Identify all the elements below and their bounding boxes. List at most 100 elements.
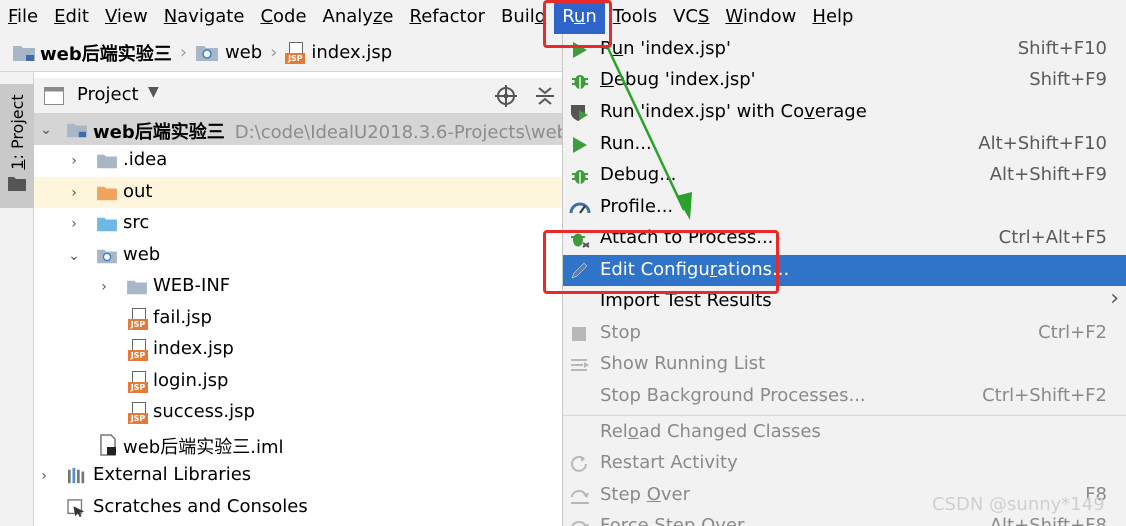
step-over-icon — [571, 490, 589, 504]
module-file-icon — [100, 434, 116, 456]
tree-row-index-jsp[interactable]: JSP index.jsp — [34, 334, 562, 365]
shortcut: Ctrl+F2 — [1038, 322, 1107, 343]
jsp-file-icon: JSP — [128, 402, 148, 424]
menu-item-stop[interactable]: Stop Ctrl+F2 — [563, 318, 1126, 349]
jsp-file-icon: JSP — [128, 308, 148, 330]
project-tool-window-label: 1: Project — [8, 94, 27, 170]
coverage-shield-icon — [571, 105, 588, 121]
debug-bug-icon — [572, 170, 588, 184]
shortcut: Alt+Shift+F8 — [989, 515, 1107, 526]
menu-item-show-running-list[interactable]: Show Running List — [563, 349, 1126, 380]
watermark-text: CSDN @sunny*149 — [932, 494, 1105, 515]
tree-row-webinf[interactable]: › WEB-INF — [34, 271, 562, 302]
tree-label-external-libraries: External Libraries — [93, 464, 252, 485]
breadcrumb-file[interactable]: JSP index.jsp — [285, 34, 392, 72]
menu-item-restart-activity[interactable]: Restart Activity — [563, 448, 1126, 479]
tree-root-path: D:\code\IdealU2018.3.6-Projects\web后 — [234, 122, 562, 143]
menu-view[interactable]: View — [97, 0, 156, 34]
excluded-folder-icon — [97, 186, 117, 201]
folder-icon — [8, 177, 26, 191]
menu-item-stop-background-processes[interactable]: Stop Background Processes... Ctrl+Shift+… — [563, 381, 1126, 412]
menu-separator — [563, 415, 1126, 416]
tree-label-web: web — [123, 244, 161, 265]
tree-label-src: src — [123, 212, 150, 233]
chevron-down-icon[interactable]: ⌄ — [38, 122, 54, 138]
tree-label-webinf: WEB-INF — [153, 275, 231, 296]
tree-label-fail: fail.jsp — [153, 307, 212, 328]
jsp-file-icon: JSP — [128, 339, 148, 361]
project-tree: ⌄ web后端实验三 D:\code\IdealU2018.3.6-Project… — [34, 114, 562, 526]
chevron-right-icon: › — [270, 42, 278, 63]
collapse-all-icon[interactable] — [534, 84, 556, 108]
menu-edit[interactable]: Edit — [46, 0, 97, 34]
tree-label-index: index.jsp — [153, 338, 234, 359]
module-folder-icon — [67, 123, 87, 138]
chevron-right-icon[interactable]: › — [66, 185, 82, 201]
profiler-gauge-icon — [569, 202, 591, 214]
web-folder-icon — [195, 45, 218, 61]
tree-label-iml: web后端实验三.iml — [123, 437, 284, 458]
tree-row-scratches[interactable]: Scratches and Consoles — [34, 492, 562, 523]
tree-row-success-jsp[interactable]: JSP success.jsp — [34, 397, 562, 428]
tree-label-idea: .idea — [123, 149, 168, 170]
project-panel-header: Project ▼ — [34, 78, 562, 114]
tree-row-login-jsp[interactable]: JSP login.jsp — [34, 366, 562, 397]
breadcrumb-folder[interactable]: web › — [195, 34, 285, 72]
submenu-chevron-right-icon: › — [1110, 286, 1119, 311]
jsp-file-icon: JSP — [285, 41, 306, 64]
shortcut: Alt+Shift+F9 — [989, 164, 1107, 185]
tree-row-out[interactable]: › out — [34, 177, 562, 208]
shortcut: Ctrl+Shift+F2 — [982, 385, 1107, 406]
chevron-right-icon[interactable]: › — [36, 468, 52, 484]
locate-icon[interactable] — [494, 84, 518, 108]
shortcut: Ctrl+Alt+F5 — [998, 227, 1107, 248]
menu-help[interactable]: Help — [804, 0, 861, 34]
chevron-right-icon[interactable]: › — [66, 216, 82, 232]
menu-item-reload-changed-classes[interactable]: Reload Changed Classes — [563, 417, 1126, 448]
menu-code[interactable]: Code — [252, 0, 314, 34]
shortcut: Shift+F9 — [1029, 69, 1107, 90]
tree-row-web[interactable]: ⌄ web — [34, 240, 562, 271]
menu-file[interactable]: File — [0, 0, 46, 34]
tree-row-root[interactable]: ⌄ web后端实验三 D:\code\IdealU2018.3.6-Project… — [34, 114, 562, 145]
breadcrumb-file-label: index.jsp — [311, 42, 393, 63]
chevron-down-icon[interactable]: ▼ — [148, 84, 159, 100]
tree-label-success: success.jsp — [153, 401, 255, 422]
shortcut: Shift+F10 — [1017, 38, 1107, 59]
run-icon — [573, 137, 587, 153]
annotation-box-edit-configurations — [543, 230, 779, 294]
tree-row-iml[interactable]: web后端实验三.iml — [34, 429, 562, 460]
shortcut: Alt+Shift+F10 — [978, 133, 1107, 154]
force-step-over-icon — [571, 521, 589, 526]
source-folder-icon — [97, 217, 117, 232]
breadcrumb-project-label: web后端实验三 — [40, 43, 172, 65]
chevron-right-icon[interactable]: › — [66, 153, 82, 169]
web-folder-icon — [97, 249, 117, 264]
chevron-right-icon[interactable]: › — [96, 279, 112, 295]
chevron-down-icon[interactable]: ⌄ — [66, 248, 82, 264]
tree-label-scratches: Scratches and Consoles — [93, 496, 308, 517]
menu-window[interactable]: Window — [717, 0, 804, 34]
debug-bug-icon — [572, 75, 588, 89]
folder-icon — [127, 280, 147, 295]
tree-row-external-libraries[interactable]: › External Libraries — [34, 460, 562, 491]
menu-analyze[interactable]: Analyze — [315, 0, 402, 34]
menu-tools[interactable]: Tools — [605, 0, 665, 34]
menu-vcs[interactable]: VCS — [665, 0, 717, 34]
folder-icon — [97, 154, 117, 169]
tree-label-out: out — [123, 181, 153, 202]
tree-row-fail-jsp[interactable]: JSP fail.jsp — [34, 303, 562, 334]
stop-icon — [572, 327, 586, 341]
project-view-icon — [44, 87, 64, 105]
tree-row-idea[interactable]: › .idea — [34, 145, 562, 176]
breadcrumb-folder-label: web — [224, 42, 263, 63]
chevron-right-icon: › — [179, 42, 187, 63]
breadcrumb-project[interactable]: web后端实验三 › — [12, 34, 195, 72]
project-panel-title[interactable]: Project — [77, 84, 139, 105]
tree-root-label: web后端实验三 — [93, 122, 225, 143]
menu-refactor[interactable]: Refactor — [401, 0, 493, 34]
tree-row-src[interactable]: › src — [34, 208, 562, 239]
tree-label-login: login.jsp — [153, 370, 229, 391]
annotation-arrow — [606, 47, 692, 220]
menu-navigate[interactable]: Navigate — [156, 0, 253, 34]
